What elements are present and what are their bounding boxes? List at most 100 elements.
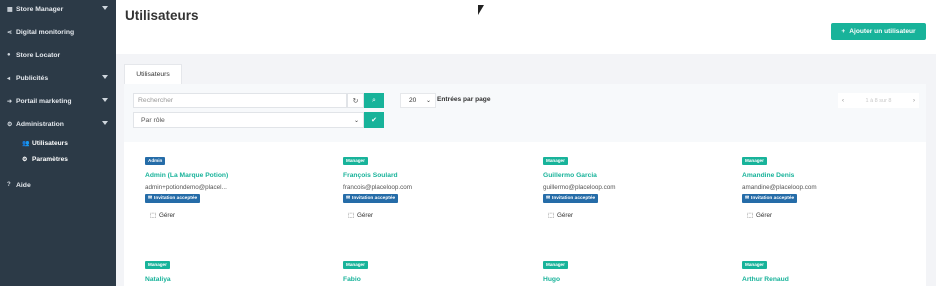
user-email: guillermo@placeloop.com — [543, 184, 616, 191]
sidebar-item-label: Store Manager — [16, 5, 64, 13]
next-page-icon[interactable]: › — [913, 98, 915, 104]
role-badge: Manager — [543, 261, 568, 269]
portal-icon: ➜ — [7, 98, 13, 105]
users-icon: 👥 — [22, 140, 30, 147]
refresh-icon[interactable]: ↻ — [347, 93, 364, 108]
sidebar: ▦ Store Manager ⋖ Digital monitoring ● S… — [0, 0, 116, 286]
pagination-info: 1 à 8 sur 8 — [865, 97, 892, 104]
chevron-down-icon: ⌄ — [425, 98, 431, 104]
user-email: admin+potiondemo@placel... — [145, 184, 227, 191]
cogs-icon: ⚙ — [7, 121, 13, 128]
user-card: Manager Amandine Denis amandine@placeloo… — [742, 157, 922, 219]
cube-icon: ⬚ — [747, 212, 753, 219]
manage-button[interactable]: ⬚ Gérer — [150, 212, 175, 219]
entries-per-page-label: Entrées par page — [437, 96, 491, 103]
sidebar-item-label: Digital monitoring — [16, 28, 75, 36]
entries-per-page-select[interactable]: 20 ⌄ — [400, 93, 436, 108]
status-badge: ✉ Invitation acceptée — [145, 194, 201, 203]
status-label: Invitation acceptée — [154, 196, 198, 201]
user-card: Manager Guillermo Garcia guillermo@place… — [543, 157, 723, 219]
role-badge: Manager — [145, 261, 170, 269]
sidebar-subitem-utilisateurs[interactable]: 👥 Utilisateurs — [22, 136, 68, 150]
mouse-cursor-icon — [478, 5, 484, 15]
sidebar-item-store-manager[interactable]: ▦ Store Manager — [0, 0, 116, 18]
user-card: Manager François Soulard francois@placel… — [343, 157, 523, 219]
sidebar-item-store-locator[interactable]: ● Store Locator — [0, 46, 116, 64]
user-name[interactable]: Amandine Denis — [742, 172, 794, 179]
role-badge: Manager — [742, 261, 767, 269]
apply-filter-button[interactable]: ✔ — [364, 112, 384, 128]
bullhorn-icon: ◂ — [7, 75, 11, 82]
user-name[interactable]: Guillermo Garcia — [543, 172, 597, 179]
role-badge: Admin — [145, 157, 166, 165]
sidebar-item-label: Publicités — [16, 74, 49, 82]
envelope-icon: ✉ — [745, 196, 750, 201]
user-card: Manager Hugo — [543, 261, 723, 283]
role-select[interactable]: Par rôle ⌄ — [133, 112, 364, 128]
share-icon: ⋖ — [7, 29, 13, 36]
search-icon: ⌕ — [372, 96, 376, 104]
chevron-down-icon: ⌄ — [353, 118, 359, 124]
sidebar-item-administration[interactable]: ⚙ Administration — [0, 115, 116, 133]
sidebar-item-label: Aide — [16, 181, 31, 189]
previous-page-icon[interactable]: ‹ — [842, 98, 844, 104]
page-header: Utilisateurs + Ajouter un utilisateur — [116, 0, 936, 54]
search-button[interactable]: ⌕ — [364, 93, 384, 108]
store-icon: ▦ — [7, 6, 13, 13]
user-name[interactable]: Fabio — [343, 276, 361, 283]
status-badge: ✉ Invitation acceptée — [543, 194, 599, 203]
manage-label: Gérer — [556, 212, 574, 219]
user-name[interactable]: Admin (La Marque Potion) — [145, 172, 228, 179]
user-name[interactable]: Arthur Renaud — [742, 276, 789, 283]
manage-button[interactable]: ⬚ Gérer — [548, 212, 573, 219]
manage-button[interactable]: ⬚ Gérer — [348, 212, 373, 219]
user-email: francois@placeloop.com — [343, 184, 413, 191]
add-user-label: Ajouter un utilisateur — [849, 28, 916, 35]
sidebar-item-digital-monitoring[interactable]: ⋖ Digital monitoring — [0, 23, 116, 41]
help-icon: ? — [7, 182, 11, 188]
plus-icon: + — [841, 28, 846, 35]
sidebar-item-portail-marketing[interactable]: ➜ Portail marketing — [0, 92, 116, 110]
user-card: Manager Fabio — [343, 261, 523, 283]
sidebar-item-label: Store Locator — [16, 51, 61, 59]
gear-icon: ⚙ — [22, 156, 28, 163]
cube-icon: ⬚ — [150, 212, 156, 219]
chevron-down-icon — [102, 6, 108, 10]
sidebar-item-label: Administration — [16, 120, 64, 128]
user-card: Admin Admin (La Marque Potion) admin+pot… — [145, 157, 325, 219]
cube-icon: ⬚ — [348, 212, 354, 219]
user-email: amandine@placeloop.com — [742, 184, 817, 191]
user-name[interactable]: Nataliya — [145, 276, 171, 283]
sidebar-item-publicites[interactable]: ◂ Publicités — [0, 69, 116, 87]
sidebar-subitem-label: Utilisateurs — [32, 139, 68, 147]
role-badge: Manager — [742, 157, 767, 165]
sidebar-item-aide[interactable]: ? Aide — [0, 176, 116, 194]
role-select-value: Par rôle — [141, 116, 165, 124]
status-badge: ✉ Invitation acceptée — [343, 194, 399, 203]
tab-utilisateurs[interactable]: Utilisateurs — [124, 64, 182, 84]
manage-label: Gérer — [356, 212, 374, 219]
chevron-down-icon — [102, 121, 108, 125]
envelope-icon: ✉ — [546, 196, 551, 201]
chevron-down-icon — [102, 75, 108, 79]
status-label: Invitation acceptée — [751, 196, 795, 201]
manage-button[interactable]: ⬚ Gérer — [747, 212, 772, 219]
entries-per-page-value: 20 — [409, 97, 417, 104]
chevron-down-icon — [102, 98, 108, 102]
pagination: ‹ 1 à 8 sur 8 › — [838, 93, 919, 108]
cube-icon: ⬚ — [548, 212, 554, 219]
add-user-button[interactable]: + Ajouter un utilisateur — [831, 23, 926, 40]
status-badge: ✉ Invitation acceptée — [742, 194, 798, 203]
role-badge: Manager — [343, 261, 368, 269]
search-input[interactable]: Rechercher — [133, 93, 347, 108]
envelope-icon: ✉ — [346, 196, 351, 201]
user-card: Manager Nataliya — [145, 261, 325, 283]
manage-label: Gérer — [158, 212, 176, 219]
user-name[interactable]: Hugo — [543, 276, 560, 283]
sidebar-subitem-parametres[interactable]: ⚙ Paramètres — [22, 152, 68, 166]
role-badge: Manager — [543, 157, 568, 165]
user-name[interactable]: François Soulard — [343, 172, 398, 179]
role-badge: Manager — [343, 157, 368, 165]
user-card: Manager Arthur Renaud — [742, 261, 922, 283]
sidebar-subitem-label: Paramètres — [32, 155, 68, 163]
